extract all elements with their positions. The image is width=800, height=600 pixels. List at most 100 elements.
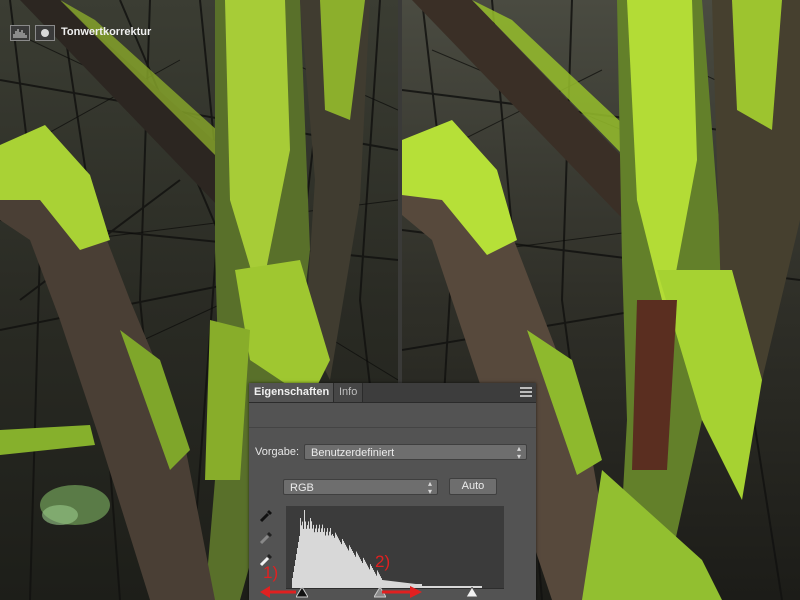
annotation-1: 1) [263, 563, 279, 582]
histogram-bar [377, 570, 378, 588]
preset-select-value: Benutzerdefiniert [311, 447, 395, 459]
histogram-bar [331, 535, 332, 588]
histogram-bar [358, 555, 359, 588]
histogram-bar [318, 528, 319, 588]
histogram-bar [308, 521, 309, 588]
histogram-bar [371, 566, 372, 588]
histogram-bar [365, 561, 366, 588]
histogram-bar [307, 525, 308, 588]
histogram-bar [333, 535, 334, 588]
histogram-bar [353, 552, 354, 588]
histogram-bar [332, 534, 333, 588]
histogram-bar [322, 524, 323, 588]
tab-eigenschaften[interactable]: Eigenschaften [249, 383, 335, 402]
histogram-bar [341, 544, 342, 588]
histogram-bar [303, 528, 304, 588]
histogram-bar [327, 528, 328, 588]
histogram-bar [337, 536, 338, 588]
histogram-bar [302, 521, 303, 588]
histogram-bar [334, 537, 335, 588]
annotation-2: 2) [375, 552, 391, 571]
arrow-right-icon [382, 586, 422, 598]
histogram-bar [363, 557, 364, 588]
histogram-bar [320, 532, 321, 588]
auto-button[interactable]: Auto [449, 478, 497, 495]
histogram-bar [359, 557, 360, 588]
adjustment-header [249, 403, 536, 428]
histogram-bar [355, 556, 356, 588]
panel-title: Tonwertkorrektur [61, 26, 152, 38]
histogram-bar [326, 531, 327, 588]
histogram-bar [347, 548, 348, 588]
histogram-bar [356, 551, 357, 588]
histogram-bar [345, 544, 346, 588]
histogram-bar [309, 528, 310, 588]
histogram-bar [349, 545, 350, 588]
black-point-eyedropper-icon[interactable] [259, 509, 273, 523]
levels-histogram [286, 506, 504, 588]
select-arrows-icon: ▴ ▾ [427, 479, 432, 496]
histogram-bar [319, 524, 320, 588]
histogram-bar [375, 573, 376, 588]
histogram-bar [299, 536, 300, 588]
select-arrows-icon: ▴ ▾ [516, 444, 521, 461]
mask-icon[interactable] [35, 25, 55, 41]
histogram-bar [297, 548, 298, 588]
histogram-bar [362, 563, 363, 588]
histogram-bar [343, 540, 344, 588]
histogram-bar [329, 531, 330, 588]
histogram-bar [316, 524, 317, 588]
histogram-bar [296, 554, 297, 588]
histogram-bar [325, 535, 326, 588]
preset-select[interactable]: Benutzerdefiniert ▴ ▾ [304, 444, 527, 461]
histogram-bar [374, 571, 375, 588]
histogram-bar [324, 528, 325, 588]
histogram-bar [361, 561, 362, 588]
histogram-bar [321, 528, 322, 588]
histogram-bar [314, 532, 315, 588]
histogram-bar [369, 569, 370, 588]
histogram-bar [305, 521, 306, 588]
histogram-bar [330, 528, 331, 588]
histogram-bar [352, 551, 353, 588]
histogram-icon[interactable] [10, 25, 30, 41]
histogram-bar [335, 532, 336, 588]
histogram-bar [317, 532, 318, 588]
preset-label: Vorgabe: [255, 446, 300, 458]
channel-select[interactable]: RGB ▴ ▾ [283, 479, 438, 496]
panel-menu-icon[interactable] [520, 387, 532, 397]
arrow-left-icon [260, 586, 296, 598]
histogram-bar [351, 549, 352, 588]
histogram-bar [344, 542, 345, 588]
histogram-bar [300, 518, 301, 588]
histogram-bar [378, 572, 379, 588]
histogram-bar [339, 540, 340, 588]
histogram-bar [328, 535, 329, 588]
histogram-bar [315, 528, 316, 588]
histogram-bar [360, 559, 361, 588]
histogram-bar [298, 542, 299, 588]
histogram-bar [364, 559, 365, 588]
histogram-bar [306, 528, 307, 588]
histogram-bar [342, 539, 343, 588]
histogram-bar [367, 565, 368, 588]
histogram-bar [372, 568, 373, 588]
histogram-bar [295, 560, 296, 588]
panel-tab-bar: Eigenschaften Info [249, 383, 536, 403]
histogram-bar [368, 567, 369, 588]
gray-point-eyedropper-icon[interactable] [259, 531, 273, 545]
histogram-bar [340, 542, 341, 588]
histogram-bar [357, 553, 358, 588]
white-point-slider[interactable] [466, 587, 478, 600]
histogram-bar [346, 546, 347, 588]
histogram-bar [338, 538, 339, 588]
histogram-bar [354, 554, 355, 588]
histogram-bar [373, 569, 374, 588]
histogram-bar [366, 563, 367, 588]
histogram-bar [323, 531, 324, 588]
histogram-bar [350, 547, 351, 588]
tab-info[interactable]: Info [333, 383, 364, 402]
histogram-bar [336, 534, 337, 588]
histogram-bar [348, 550, 349, 588]
histogram-bar [304, 510, 305, 588]
